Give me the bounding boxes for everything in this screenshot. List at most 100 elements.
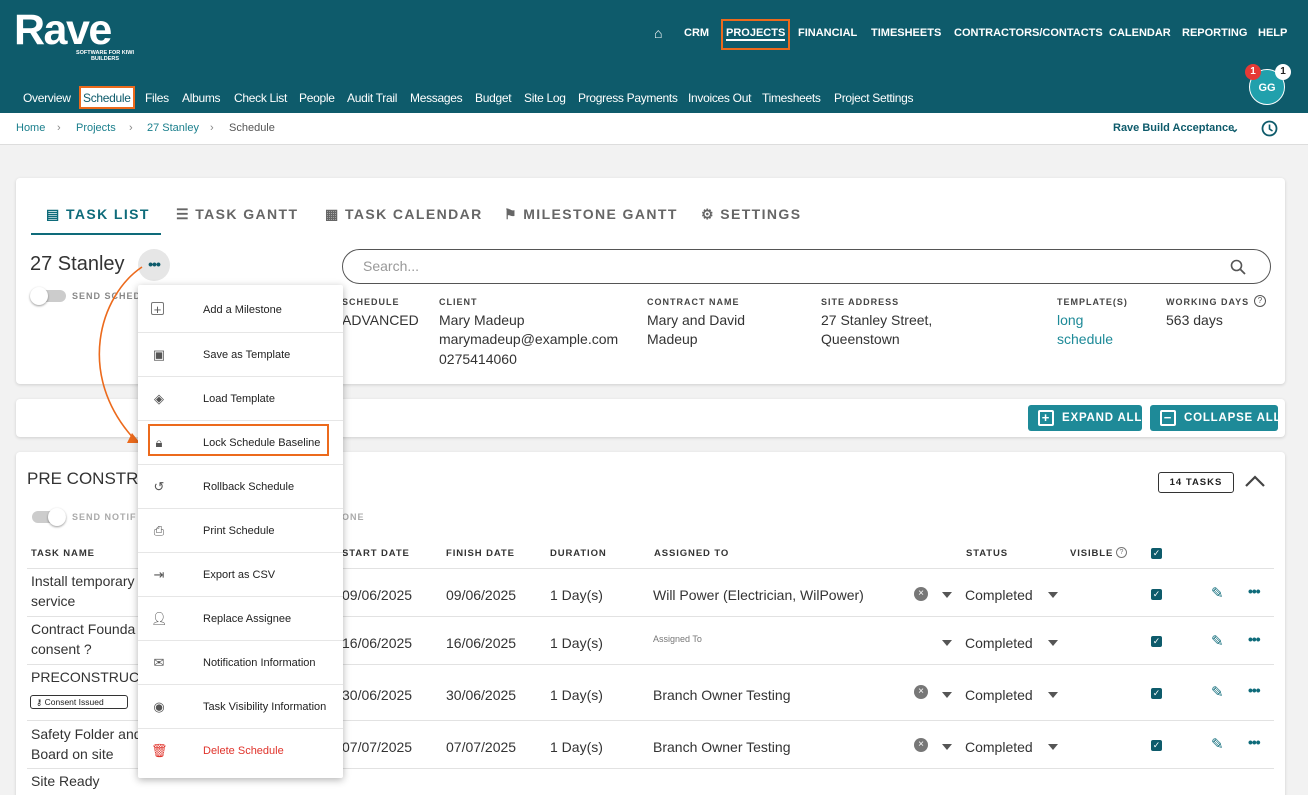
subnav-budget[interactable]: Budget xyxy=(475,91,512,105)
subnav-progress-payments[interactable]: Progress Payments xyxy=(578,91,678,105)
trash-icon: 🗑︎ xyxy=(151,743,168,758)
chevron-down-icon[interactable] xyxy=(942,592,952,598)
nav-help[interactable]: HELP xyxy=(1258,20,1287,46)
subnav-site-log[interactable]: Site Log xyxy=(524,91,566,105)
expand-all-button[interactable]: + EXPAND ALL xyxy=(1028,405,1142,431)
menu-save-template[interactable]: ▣ Save as Template xyxy=(138,332,343,376)
envelope-icon: ✉ xyxy=(153,655,165,670)
subnav-invoices-out[interactable]: Invoices Out xyxy=(688,91,751,105)
nav-crm[interactable]: CRM xyxy=(684,20,709,46)
col-status[interactable]: STATUS xyxy=(966,548,1008,559)
nav-calendar[interactable]: CALENDAR xyxy=(1109,20,1171,46)
menu-add-milestone[interactable]: + Add a Milestone xyxy=(138,288,343,332)
menu-print[interactable]: ⎙ Print Schedule xyxy=(138,508,343,552)
tab-task-gantt[interactable]: ☰ TASK GANTT xyxy=(176,206,298,223)
nav-financial[interactable]: FINANCIAL xyxy=(798,20,857,46)
crumb-home[interactable]: Home xyxy=(16,122,45,134)
chevron-down-icon[interactable] xyxy=(942,692,952,698)
chevron-down-icon[interactable] xyxy=(942,744,952,750)
visible-checkbox[interactable]: ✓ xyxy=(1151,688,1162,699)
nav-reporting[interactable]: REPORTING xyxy=(1182,20,1247,46)
clipboard-icon: ▤ xyxy=(46,206,61,222)
client-name: Mary Madeup xyxy=(439,312,525,328)
top-bar: Rave SOFTWARE FOR KIWI BUILDERS ⌂ CRM PR… xyxy=(0,0,1308,113)
nav-projects[interactable]: PROJECTS xyxy=(721,19,791,50)
menu-export-csv[interactable]: ⇥ Export as CSV xyxy=(138,552,343,596)
tab-settings[interactable]: ⚙ SETTINGS xyxy=(701,206,801,223)
subnav-albums[interactable]: Albums xyxy=(182,91,221,105)
subnav-audit-trail[interactable]: Audit Trail xyxy=(347,91,397,105)
row-more-icon[interactable]: ••• xyxy=(1248,631,1261,647)
clear-icon[interactable]: × xyxy=(914,738,928,752)
clear-icon[interactable]: × xyxy=(914,587,928,601)
menu-replace-assignee[interactable]: 👤︎ Replace Assignee xyxy=(138,596,343,640)
subnav-schedule[interactable]: Schedule xyxy=(79,86,135,109)
subnav-files[interactable]: Files xyxy=(145,91,169,105)
crumb-projects[interactable]: Projects xyxy=(76,122,116,134)
chevron-down-icon[interactable] xyxy=(942,640,952,646)
nav-contractors[interactable]: CONTRACTORS/CONTACTS xyxy=(954,20,1103,46)
clear-icon[interactable]: × xyxy=(914,685,928,699)
send-schedule-toggle[interactable] xyxy=(30,287,66,305)
chevron-down-icon[interactable] xyxy=(1048,692,1058,698)
select-all-checkbox[interactable]: ✓ xyxy=(1151,548,1162,559)
file-export-icon: ⇥ xyxy=(153,567,165,582)
rave-logo[interactable]: Rave SOFTWARE FOR KIWI BUILDERS xyxy=(14,8,134,62)
help-icon[interactable]: ? xyxy=(1116,547,1127,558)
message-badge[interactable]: 1 xyxy=(1275,64,1291,80)
col-task-name[interactable]: TASK NAME xyxy=(31,548,95,559)
chevron-down-icon[interactable]: ⌄ xyxy=(1230,122,1239,135)
subnav-checklist[interactable]: Check List xyxy=(234,91,287,105)
menu-visibility-info[interactable]: ◉ Task Visibility Information xyxy=(138,684,343,728)
search-icon[interactable] xyxy=(1230,259,1246,275)
col-finish-date[interactable]: FINISH DATE xyxy=(446,548,515,559)
home-icon[interactable]: ⌂ xyxy=(654,20,662,46)
edit-icon[interactable]: ✎ xyxy=(1211,584,1224,602)
col-start-date[interactable]: START DATE xyxy=(342,548,410,559)
row-more-icon[interactable]: ••• xyxy=(1248,583,1261,599)
key-icon: ⚷ xyxy=(36,697,43,707)
row-more-icon[interactable]: ••• xyxy=(1248,682,1261,698)
edit-icon[interactable]: ✎ xyxy=(1211,632,1224,650)
subnav-project-settings[interactable]: Project Settings xyxy=(834,91,914,105)
col-assigned-to[interactable]: ASSIGNED TO xyxy=(654,548,729,559)
subnav-messages[interactable]: Messages xyxy=(410,91,463,105)
chevron-down-icon[interactable] xyxy=(1048,744,1058,750)
visible-checkbox[interactable]: ✓ xyxy=(1151,740,1162,751)
list-icon: ☰ xyxy=(176,206,190,222)
col-visible[interactable]: VISIBLE xyxy=(1070,548,1113,559)
template-link-line2[interactable]: schedule xyxy=(1057,330,1113,349)
breadcrumb: Home › Projects › 27 Stanley › Schedule … xyxy=(0,113,1308,145)
tab-milestone-gantt[interactable]: ⚑ MILESTONE GANTT xyxy=(504,206,678,223)
tab-task-list[interactable]: ▤ TASK LIST xyxy=(46,206,150,223)
company-selector[interactable]: Rave Build Acceptance xyxy=(1113,122,1234,134)
notification-badge[interactable]: 1 xyxy=(1245,64,1261,80)
tab-task-calendar[interactable]: ▦ TASK CALENDAR xyxy=(325,206,483,223)
row-more-icon[interactable]: ••• xyxy=(1248,734,1261,750)
col-duration[interactable]: DURATION xyxy=(550,548,607,559)
menu-notification-info[interactable]: ✉ Notification Information xyxy=(138,640,343,684)
menu-delete-schedule[interactable]: 🗑︎ Delete Schedule xyxy=(138,728,343,772)
subnav-timesheets[interactable]: Timesheets xyxy=(762,91,821,105)
assignee-placeholder[interactable]: Assigned To xyxy=(653,634,702,644)
menu-load-template[interactable]: ◈ Load Template xyxy=(138,376,343,420)
nav-timesheets[interactable]: TIMESHEETS xyxy=(871,20,941,46)
subnav-overview[interactable]: Overview xyxy=(23,91,71,105)
collapse-all-button[interactable]: − COLLAPSE ALL xyxy=(1150,405,1281,431)
help-icon[interactable]: ? xyxy=(1254,295,1266,307)
menu-rollback[interactable]: ↺ Rollback Schedule xyxy=(138,464,343,508)
history-icon[interactable] xyxy=(1261,120,1278,137)
chevron-down-icon[interactable] xyxy=(1048,640,1058,646)
search-box xyxy=(342,249,1271,284)
chevron-up-icon[interactable] xyxy=(1244,474,1266,488)
send-notification-toggle[interactable] xyxy=(32,508,66,526)
visible-checkbox[interactable]: ✓ xyxy=(1151,636,1162,647)
chevron-down-icon[interactable] xyxy=(1048,592,1058,598)
crumb-project[interactable]: 27 Stanley xyxy=(147,122,199,134)
subnav-people[interactable]: People xyxy=(299,91,335,105)
template-link-line1[interactable]: long xyxy=(1057,311,1083,330)
edit-icon[interactable]: ✎ xyxy=(1211,735,1224,753)
search-input[interactable] xyxy=(363,258,1163,274)
visible-checkbox[interactable]: ✓ xyxy=(1151,589,1162,600)
edit-icon[interactable]: ✎ xyxy=(1211,683,1224,701)
